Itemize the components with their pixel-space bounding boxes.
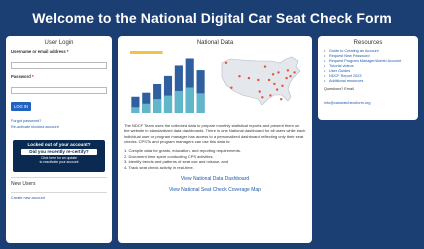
support-email-link[interactable]: info@carseatcheckform.org: [323, 101, 370, 105]
map-dot-3: [247, 76, 251, 80]
login-title: User Login: [44, 40, 74, 46]
username-label: Username or email address *: [11, 49, 69, 54]
map-dot-13: [277, 71, 280, 74]
map-dot-12: [293, 71, 296, 74]
lockout-reactivate: to reactivate your account: [39, 160, 79, 164]
map-dot-0: [224, 61, 228, 64]
us-map-shape: [221, 56, 301, 106]
map-dot-7: [271, 73, 275, 76]
new-users-section: New Users: [11, 177, 107, 187]
page-title: Welcome to the National Digital Car Seat…: [32, 10, 392, 26]
lockout-banner[interactable]: Locked out of your account? Did you rece…: [13, 140, 105, 172]
create-account-link[interactable]: Create new account: [11, 196, 107, 202]
dashboard-preview: [124, 49, 306, 118]
resources-title: Resources: [353, 40, 383, 46]
bar-series-1-6: [185, 87, 194, 113]
us-map-preview: [216, 49, 306, 118]
data-uses-list: 1. Compile data for grants, education, a…: [124, 148, 306, 170]
bar-series-1-1: [131, 107, 140, 113]
view-dashboard-link[interactable]: View National Data Dashboard: [124, 176, 306, 182]
lockout-heading: Locked out of your account?: [27, 142, 91, 147]
national-data-title: National Data: [196, 40, 234, 46]
map-dot-8: [275, 88, 279, 91]
create-account-section: Create new account: [11, 192, 107, 202]
national-data-description: The NDCF Team uses the collected data to…: [124, 123, 306, 144]
bar-series-1-7: [196, 93, 205, 113]
resource-link-additional[interactable]: Additional resources: [323, 79, 413, 84]
map-dot-5: [261, 96, 264, 99]
map-dot-10: [285, 76, 288, 80]
map-dot-19: [269, 94, 272, 97]
map-dot-17: [257, 78, 260, 82]
view-coverage-map-link[interactable]: View National Seat Check Coverage Map: [124, 187, 306, 193]
login-button[interactable]: LOG IN: [11, 102, 31, 111]
map-dot-1: [230, 86, 233, 89]
bar-chart-preview: [124, 49, 212, 118]
map-dot-16: [281, 84, 284, 87]
chart-accent-bar: [130, 51, 163, 54]
national-data-panel: National Data The NDCF Team uses the col…: [118, 36, 312, 243]
bar-chart-svg: [130, 51, 205, 113]
map-dot-14: [263, 65, 267, 68]
map-dot-9: [280, 98, 283, 101]
bar-series-1-4: [163, 95, 173, 113]
resources-list: Guide to Creating an Account Request New…: [323, 49, 413, 84]
map-dot-18: [286, 69, 290, 72]
new-users-title: New Users: [11, 181, 36, 187]
page-header: Welcome to the National Digital Car Seat…: [0, 0, 424, 36]
questions-text: Questions? Email: [324, 87, 354, 91]
map-dot-2: [238, 75, 241, 78]
reactivate-account-link[interactable]: Re-activate blocked account: [11, 125, 107, 131]
resources-panel: Resources Guide to Creating an Account R…: [318, 36, 418, 120]
map-dot-11: [289, 75, 292, 78]
bar-series-1-5: [174, 90, 183, 113]
list-item: 4. Track seat check activity in real-tim…: [124, 164, 194, 170]
map-dot-6: [267, 78, 271, 82]
us-map-svg: [221, 56, 301, 106]
user-login-panel: User Login Username or email address * P…: [6, 36, 112, 243]
bar-series-1-3: [153, 99, 162, 113]
map-dot-15: [273, 82, 276, 86]
password-label: Password *: [11, 74, 34, 79]
password-input[interactable]: [11, 87, 107, 94]
lockout-recertify: Did you recently re-certify?: [21, 149, 97, 155]
map-dot-4: [258, 90, 261, 93]
username-input[interactable]: [11, 62, 107, 69]
bar-series-1-2: [142, 103, 151, 113]
